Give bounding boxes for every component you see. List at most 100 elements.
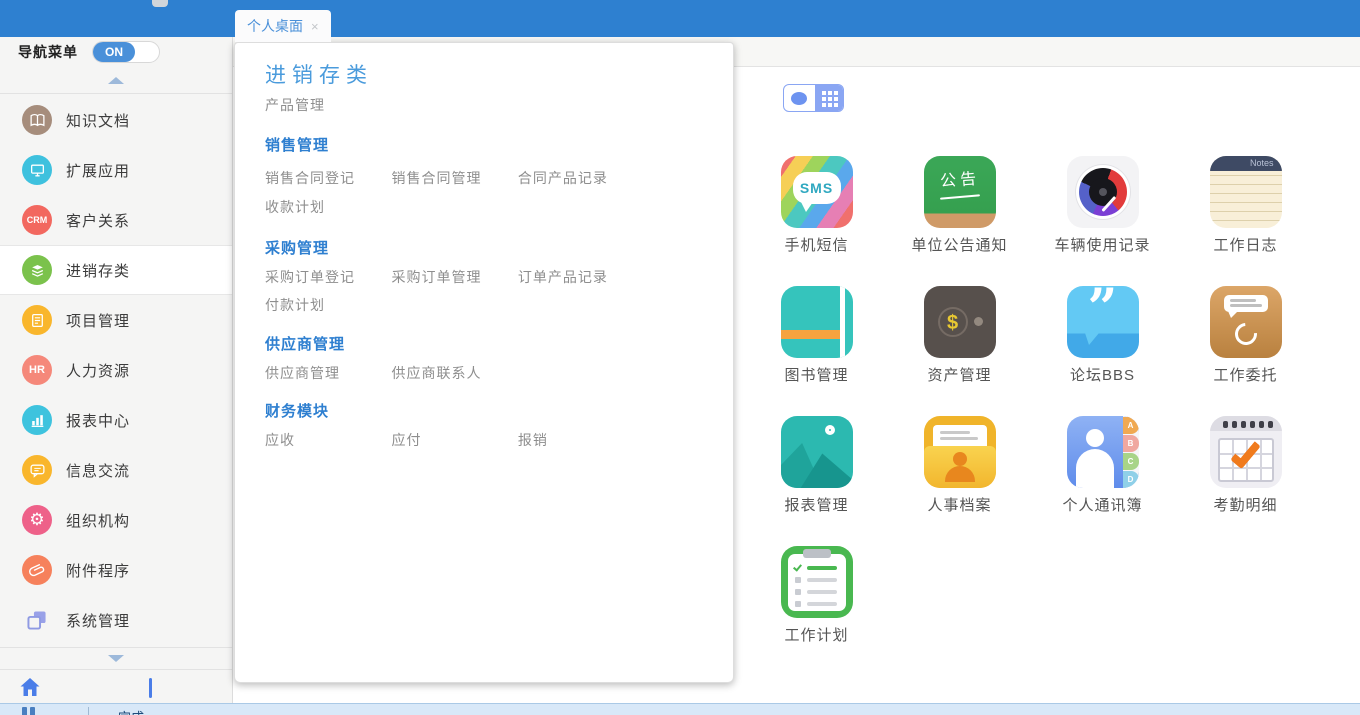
paperclip-icon	[22, 555, 52, 585]
contacts-app-icon: A B C D	[1066, 416, 1139, 488]
view-mode-toggle[interactable]	[783, 84, 844, 112]
sidebar-item-extensions[interactable]: 扩展应用	[0, 145, 232, 195]
app-attendance[interactable]: 考勤明细	[1174, 416, 1317, 546]
link-purchase-order-management[interactable]: 采购订单管理	[391, 267, 513, 287]
app-hr-files[interactable]: 人事档案	[888, 416, 1031, 546]
chevron-down-icon	[108, 655, 124, 662]
app-announcements[interactable]: 公告 单位公告通知	[888, 156, 1031, 286]
nav-menu-toggle[interactable]: ON	[92, 41, 160, 63]
status-text: 完成	[118, 707, 144, 715]
notes-app-icon: Notes	[1209, 156, 1282, 228]
top-header-bar	[0, 0, 1360, 37]
header-notch	[152, 0, 168, 7]
sidebar-item-organization[interactable]: ⚙ 组织机构	[0, 495, 232, 545]
app-vehicle-log[interactable]: 车辆使用记录	[1031, 156, 1174, 286]
sidebar-item-reports[interactable]: 报表中心	[0, 395, 232, 445]
link-order-product-records[interactable]: 订单产品记录	[518, 267, 640, 287]
link-receivables[interactable]: 应收	[265, 430, 387, 450]
flyout-link-row: 供应商管理 供应商联系人	[265, 363, 513, 385]
app-delegation[interactable]: 工作委托	[1174, 286, 1317, 416]
link-payables[interactable]: 应付	[391, 430, 513, 450]
app-report-management[interactable]: 报表管理	[745, 416, 888, 546]
sidebar-scroll-up[interactable]	[0, 67, 232, 94]
section-purchase-management: 采购管理	[265, 240, 330, 257]
windows-icon	[22, 605, 52, 635]
apps-icon	[22, 155, 52, 185]
hr-icon: HR	[22, 355, 52, 385]
flyout-link-row: 应收 应付 报销	[265, 430, 640, 452]
collapse-sidebar-button[interactable]	[146, 678, 162, 698]
tab-close-icon[interactable]: ×	[311, 19, 319, 34]
link-receipt-plan[interactable]: 收款计划	[265, 197, 387, 217]
link-supplier-contacts[interactable]: 供应商联系人	[391, 363, 513, 383]
link-sales-contract-management[interactable]: 销售合同管理	[391, 168, 513, 188]
personnel-file-app-icon	[923, 416, 996, 488]
section-supplier-management: 供应商管理	[265, 336, 346, 353]
bar-chart-icon	[22, 405, 52, 435]
sms-app-icon: SMS	[780, 156, 853, 228]
sidebar-item-attachments[interactable]: 系统管理 附件程序	[0, 545, 232, 595]
link-reimbursement[interactable]: 报销	[518, 430, 640, 450]
status-icon	[22, 707, 38, 715]
status-bar: 完成	[0, 703, 1360, 715]
app-assets[interactable]: $ 资产管理	[888, 286, 1031, 416]
link-supplier-management[interactable]: 供应商管理	[265, 363, 387, 383]
delegation-app-icon	[1209, 286, 1282, 358]
dot-view-segment[interactable]	[784, 85, 814, 111]
book-app-icon	[780, 286, 853, 358]
sidebar-item-hr[interactable]: HR 人力资源	[0, 345, 232, 395]
sidebar-item-knowledge-docs[interactable]: 知识文档	[0, 95, 232, 145]
sidebar-menu: 知识文档 扩展应用 CRM 客户关系 进销存类 项目管理 HR 人力资源 报表中…	[0, 95, 232, 645]
flyout-title: 进销存类	[265, 64, 373, 87]
gear-icon: ⚙	[22, 505, 52, 535]
flyout-link-row: 销售合同登记 销售合同管理 合同产品记录	[265, 168, 640, 190]
flyout-link-row: 产品管理	[265, 95, 387, 117]
sidebar: 导航菜单 ON 知识文档 扩展应用 CRM 客户关系 进销存类 项目管理 HR …	[0, 37, 233, 703]
app-forum-bbs[interactable]: ” 论坛BBS	[1031, 286, 1174, 416]
speedometer-app-icon	[1066, 156, 1139, 228]
flyout-link-row: 收款计划	[265, 197, 387, 219]
attendance-app-icon	[1209, 416, 1282, 488]
app-contacts[interactable]: A B C D 个人通讯簿	[1031, 416, 1174, 546]
wallet-app-icon: $	[923, 286, 996, 358]
link-product-management[interactable]: 产品管理	[265, 95, 387, 115]
project-icon	[22, 305, 52, 335]
report-app-icon	[780, 416, 853, 488]
home-button[interactable]	[18, 675, 42, 699]
link-contract-product-records[interactable]: 合同产品记录	[518, 168, 640, 188]
status-separator	[88, 707, 89, 715]
flyout-link-row: 采购订单登记 采购订单管理 订单产品记录	[265, 267, 640, 289]
chevron-up-icon	[108, 76, 124, 84]
link-sales-contract-register[interactable]: 销售合同登记	[265, 168, 387, 188]
section-sales-management: 销售管理	[265, 137, 330, 154]
sidebar-item-messaging[interactable]: 信息交流	[0, 445, 232, 495]
inventory-flyout-panel: 进销存类 产品管理 销售管理 销售合同登记 销售合同管理 合同产品记录 收款计划…	[234, 42, 734, 683]
toggle-on-label: ON	[93, 42, 135, 62]
sidebar-item-projects[interactable]: 项目管理	[0, 295, 232, 345]
announcement-app-icon: 公告	[923, 156, 996, 228]
tab-label: 个人桌面	[247, 18, 303, 34]
sidebar-item-crm[interactable]: CRM 客户关系	[0, 195, 232, 245]
sidebar-item-inventory[interactable]: 进销存类	[0, 245, 232, 295]
link-payment-plan[interactable]: 付款计划	[265, 295, 387, 315]
grid-view-segment[interactable]	[815, 85, 843, 111]
link-purchase-order-register[interactable]: 采购订单登记	[265, 267, 387, 287]
sidebar-scroll-down[interactable]	[0, 647, 232, 669]
dot-view-icon	[791, 91, 807, 105]
app-work-journal[interactable]: Notes 工作日志	[1174, 156, 1317, 286]
app-work-plan[interactable]: 工作计划	[745, 546, 888, 676]
forum-app-icon: ”	[1066, 286, 1139, 358]
inventory-icon	[22, 255, 52, 285]
nav-menu-label: 导航菜单	[18, 44, 78, 60]
grid-view-icon	[821, 90, 826, 95]
app-sms[interactable]: SMS 手机短信	[745, 156, 888, 286]
crm-icon: CRM	[22, 205, 52, 235]
chat-icon	[22, 455, 52, 485]
app-grid: SMS 手机短信 公告 单位公告通知 车辆使用记录 Notes 工作日志 图书管…	[745, 156, 1321, 676]
flyout-link-row: 付款计划	[265, 295, 387, 317]
sidebar-item-system[interactable]: 系统管理	[0, 595, 232, 645]
app-library[interactable]: 图书管理	[745, 286, 888, 416]
tab-personal-desktop[interactable]: 个人桌面 ×	[235, 10, 331, 42]
work-plan-app-icon	[780, 546, 853, 618]
sidebar-bottom-bar	[0, 669, 232, 703]
